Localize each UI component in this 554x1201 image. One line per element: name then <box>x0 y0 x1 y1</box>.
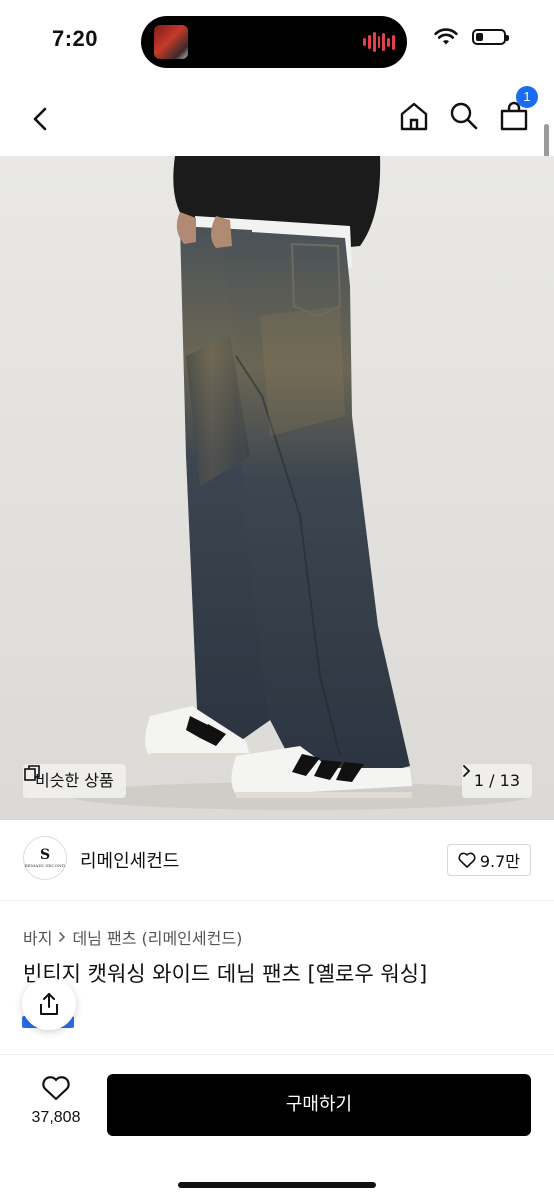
search-icon[interactable] <box>448 100 480 132</box>
breadcrumb-item[interactable]: 데님 팬츠 (리메인세컨드) <box>72 925 242 949</box>
similar-products-label: 비슷한 상품 <box>35 771 114 790</box>
home-icon[interactable] <box>398 100 430 132</box>
store-logo-text: REMAIN SECOND <box>24 863 66 868</box>
jeans-photo <box>0 156 554 820</box>
now-playing-artwork <box>154 25 188 59</box>
wifi-icon <box>434 28 458 45</box>
buy-button[interactable]: 구매하기 <box>107 1074 531 1136</box>
store-logo[interactable]: S REMAIN SECOND <box>23 836 67 880</box>
cart-badge: 1 <box>516 86 538 108</box>
breadcrumb-item[interactable]: 바지 <box>23 925 52 949</box>
home-indicator[interactable] <box>178 1182 376 1188</box>
store-like-count: 9.7만 <box>479 852 520 871</box>
cart-button[interactable]: 1 <box>498 86 538 132</box>
breadcrumb: 바지 데님 팬츠 (리메인세컨드) <box>23 925 242 949</box>
heart-icon <box>42 1076 70 1101</box>
bottom-action-bar: 37,808 구매하기 <box>0 1054 554 1201</box>
share-icon <box>40 993 58 1015</box>
chevron-right-icon <box>462 765 471 777</box>
back-icon[interactable] <box>26 104 56 134</box>
dynamic-island[interactable] <box>141 16 407 68</box>
image-page-indicator[interactable]: 1 / 13 <box>461 764 532 798</box>
similar-products-button[interactable]: 비슷한 상품 <box>23 764 126 798</box>
product-image[interactable]: 비슷한 상품 1 / 13 <box>0 156 554 820</box>
audio-waveform-icon <box>363 31 396 53</box>
chevron-right-icon <box>59 932 66 942</box>
wishlist-button[interactable]: 37,808 <box>22 1075 90 1127</box>
status-time: 7:20 <box>52 26 99 51</box>
status-bar: 7:20 <box>0 0 554 84</box>
top-nav: 1 <box>0 84 554 156</box>
heart-icon <box>458 852 476 868</box>
store-name[interactable]: 리메인세컨드 <box>80 847 179 873</box>
product-title: 빈티지 캣워싱 와이드 데님 팬츠 [옐로우 워싱] <box>23 962 428 986</box>
page-indicator-text: 1 / 13 <box>473 771 520 790</box>
battery-level <box>476 33 483 41</box>
battery-icon <box>472 29 509 45</box>
share-button[interactable] <box>22 978 76 1030</box>
store-row[interactable]: S REMAIN SECOND 리메인세컨드 9.7만 <box>0 820 554 901</box>
store-logo-initials: S <box>39 847 51 863</box>
store-like-button[interactable]: 9.7만 <box>446 844 531 876</box>
copy-icon <box>24 765 40 781</box>
wishlist-count: 37,808 <box>31 1109 81 1126</box>
